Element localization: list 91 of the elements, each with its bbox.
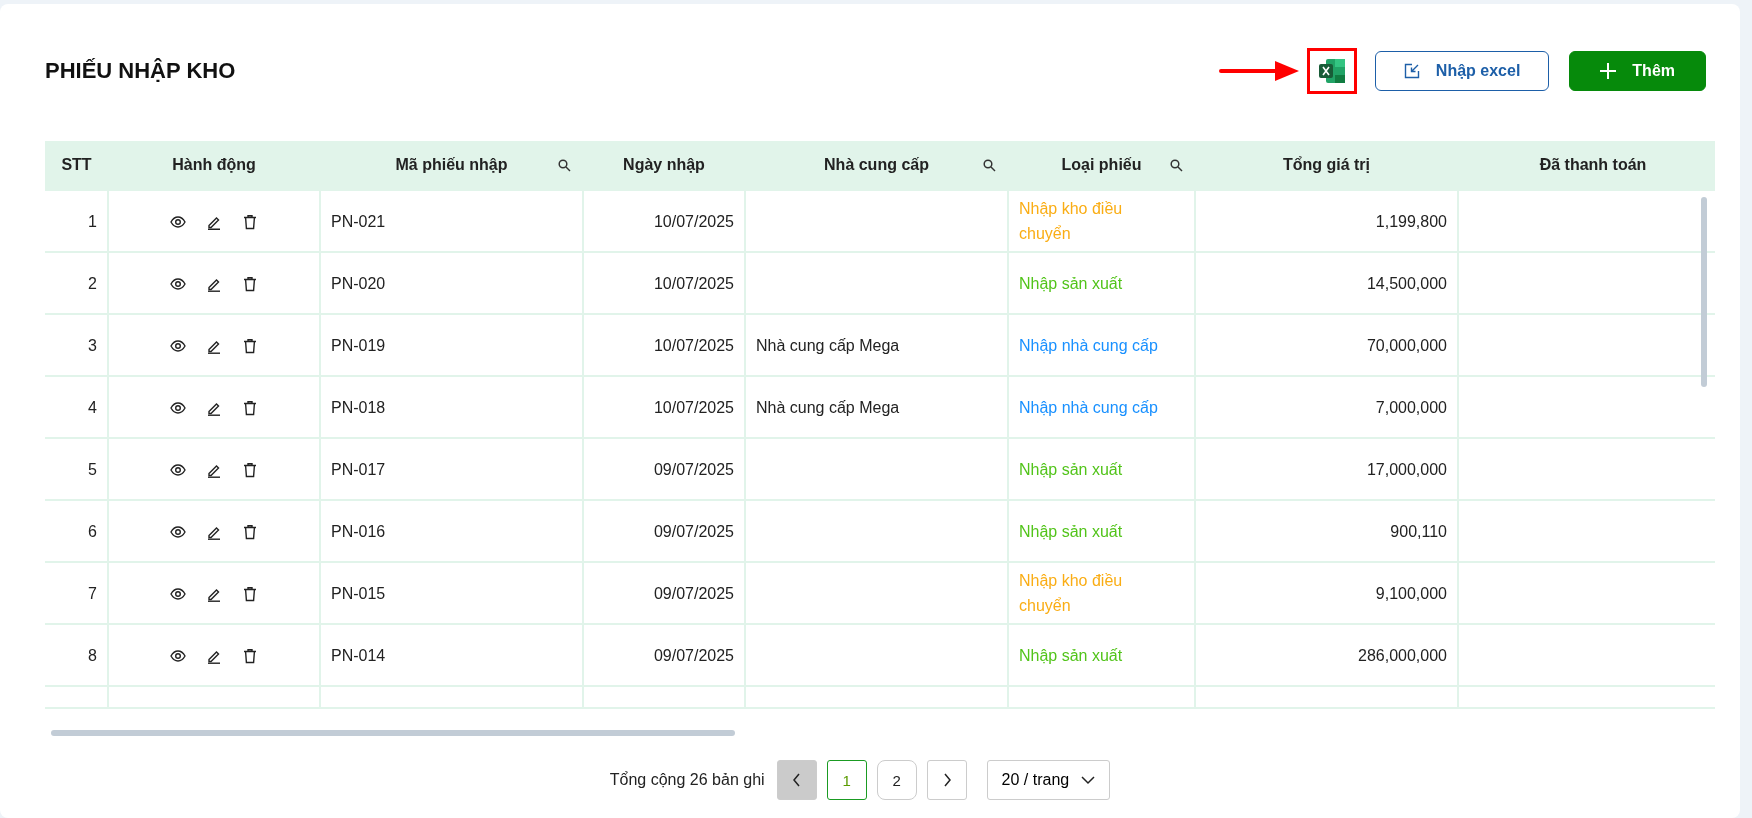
import-icon [1403,63,1420,79]
voucher-type: Nhập nhà cung cấp [1019,397,1158,418]
eye-icon[interactable] [170,462,186,479]
total-value: 900,110 [1390,522,1447,540]
trash-icon[interactable] [242,648,258,665]
eye-icon[interactable] [170,338,186,355]
page-title: PHIẾU NHẬP KHO [45,58,236,84]
chevron-left-icon [790,773,803,787]
voucher-type: Nhập sản xuất [1019,459,1123,480]
column-header: Mã phiếu nhập [395,156,508,174]
column-header: Hành động [172,156,256,174]
trash-icon[interactable] [242,462,258,479]
spreadsheet-icon[interactable] [1317,57,1346,85]
voucher-type: Nhập kho điều chuyển [1019,199,1124,244]
voucher-code: PN-018 [331,398,386,416]
voucher-type: Nhập sản xuất [1019,521,1123,542]
voucher-code: PN-020 [331,274,386,292]
record-count: Tổng cộng 26 bản ghi [609,771,765,789]
trash-icon[interactable] [242,400,258,417]
import-date: 10/07/2025 [653,212,734,230]
pencil-icon[interactable] [206,338,222,355]
pencil-icon[interactable] [206,214,222,231]
pencil-icon[interactable] [206,524,222,541]
voucher-code: PN-016 [331,522,386,540]
column-header: Ngày nhập [623,156,705,174]
column-header: Loại phiếu [1061,156,1142,174]
import-date: 10/07/2025 [653,274,734,292]
pencil-icon[interactable] [206,648,222,665]
trash-icon[interactable] [242,338,258,355]
pencil-icon[interactable] [206,462,222,479]
import-excel-button[interactable]: Nhập excel [1374,51,1550,91]
trash-icon[interactable] [242,586,258,603]
total-value: 286,000,000 [1358,646,1447,664]
row-number: 5 [88,460,97,478]
pencil-icon[interactable] [206,586,222,603]
row-number: 8 [88,646,97,664]
vertical-scrollbar[interactable] [1701,197,1707,387]
eye-icon[interactable] [170,586,186,603]
chevron-down-icon [1081,775,1096,785]
total-value: 70,000,000 [1366,336,1447,354]
row-number: 1 [88,212,97,230]
page-size-select[interactable]: 20 / trang [986,760,1111,800]
row-number: 7 [88,584,97,602]
import-date: 09/07/2025 [653,522,734,540]
column-header: STT [61,156,92,174]
supplier-name: Nhà cung cấp Mega [756,336,900,354]
total-value: 9,100,000 [1375,584,1447,602]
import-date: 10/07/2025 [653,398,734,416]
row-number: 4 [88,398,97,416]
voucher-code: PN-017 [331,460,386,478]
column-header: Tổng giá trị [1282,156,1371,174]
column-header: Đã thanh toán [1539,156,1647,174]
plus-icon [1600,63,1617,79]
search-icon[interactable] [558,159,571,172]
page-button[interactable]: 1 [826,760,867,800]
add-button[interactable]: Thêm [1569,51,1706,91]
eye-icon[interactable] [170,524,186,541]
row-number: 6 [88,522,97,540]
supplier-name: Nhà cung cấp Mega [756,398,900,416]
search-icon[interactable] [983,159,996,172]
horizontal-scrollbar[interactable] [51,730,735,736]
total-value: 7,000,000 [1375,398,1447,416]
eye-icon[interactable] [170,276,186,293]
eye-icon[interactable] [170,214,186,231]
voucher-code: PN-015 [331,584,386,602]
search-icon[interactable] [1170,159,1183,172]
pencil-icon[interactable] [206,400,222,417]
eye-icon[interactable] [170,648,186,665]
row-number: 3 [88,336,97,354]
import-date: 10/07/2025 [653,336,734,354]
import-date: 09/07/2025 [653,460,734,478]
voucher-code: PN-014 [331,646,386,664]
voucher-code: PN-019 [331,336,386,354]
voucher-code: PN-021 [331,212,386,230]
voucher-type: Nhập nhà cung cấp [1019,335,1158,356]
total-value: 17,000,000 [1366,460,1447,478]
import-date: 09/07/2025 [653,584,734,602]
trash-icon[interactable] [242,214,258,231]
eye-icon[interactable] [170,400,186,417]
voucher-type: Nhập sản xuất [1019,645,1123,666]
page-button[interactable]: 2 [876,760,917,800]
trash-icon[interactable] [242,524,258,541]
total-value: 1,199,800 [1375,212,1447,230]
row-number: 2 [88,274,97,292]
pencil-icon[interactable] [206,276,222,293]
voucher-type: Nhập sản xuất [1019,273,1123,294]
import-date: 09/07/2025 [653,646,734,664]
voucher-type: Nhập kho điều chuyển [1019,571,1124,616]
total-value: 14,500,000 [1366,274,1447,292]
trash-icon[interactable] [242,276,258,293]
column-header: Nhà cung cấp [824,156,929,174]
